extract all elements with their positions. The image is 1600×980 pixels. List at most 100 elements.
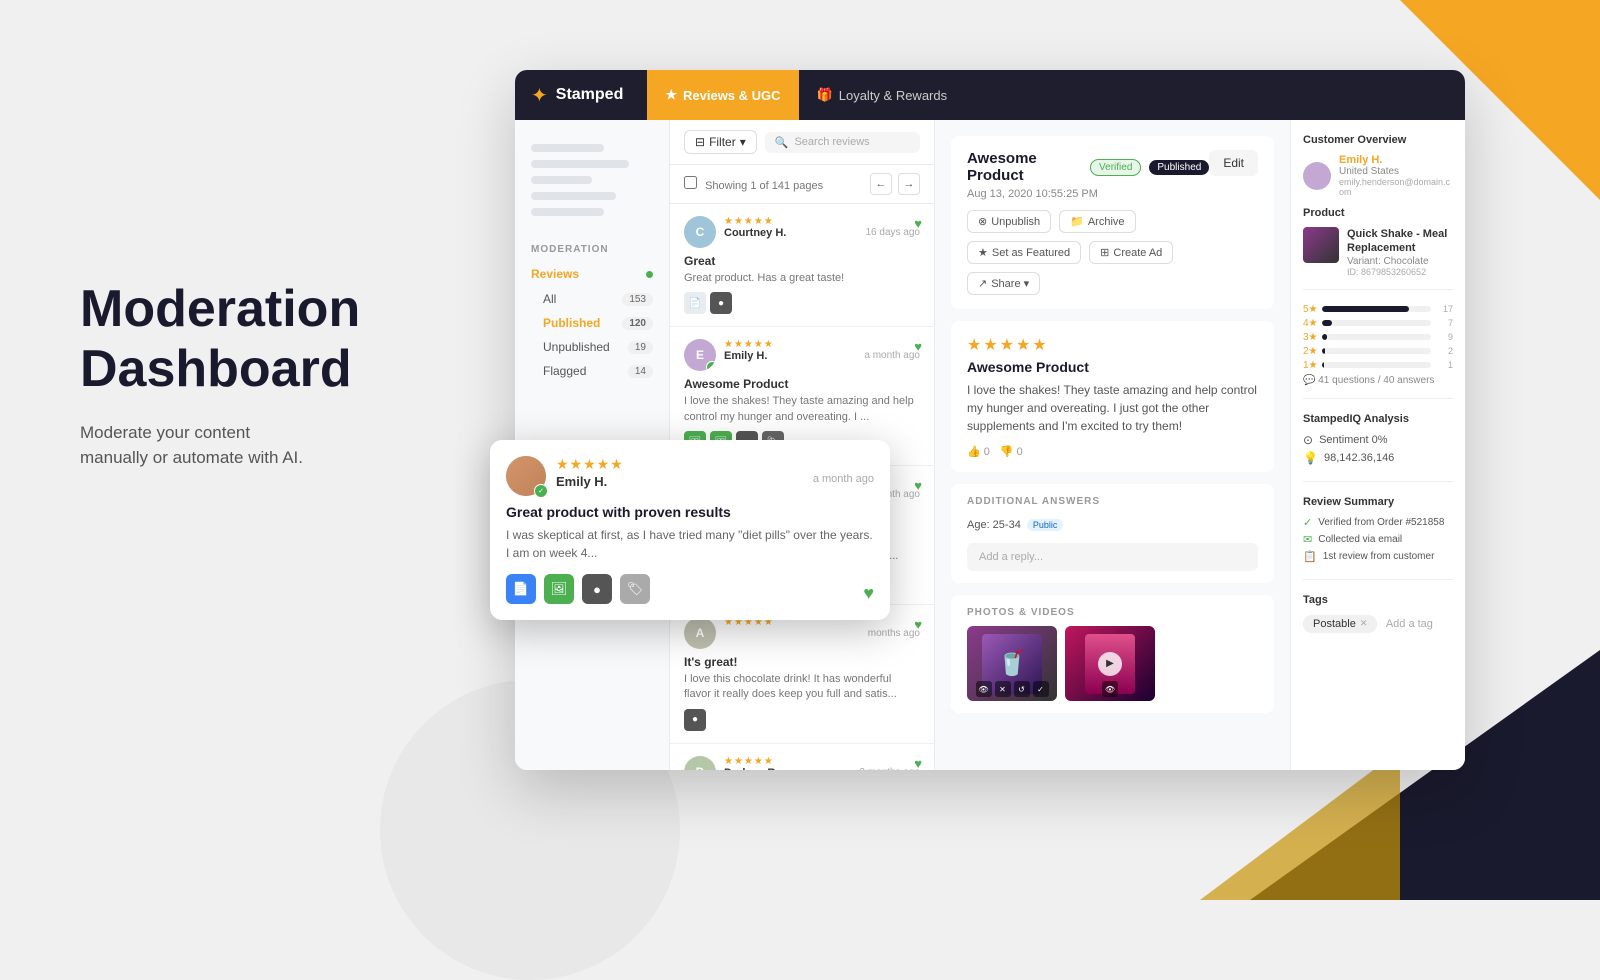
photo-check-icon[interactable]: ✓ [1033,681,1049,697]
photo-eye-icon[interactable]: 👁 [1102,681,1118,697]
review-circle-icon[interactable]: ● [684,709,706,731]
product-section: Product Quick Shake - Meal Replacement V… [1303,207,1453,290]
prev-page-button[interactable]: ← [870,173,892,195]
hero-title: Moderation Dashboard [80,280,360,400]
popup-tag-icon[interactable]: 🏷 [620,574,650,604]
published-badge: Published [1149,160,1209,175]
skeleton-line [531,208,604,216]
review-heart-icon[interactable]: ♥ [914,617,922,632]
tag-postable: Postable ✕ [1303,615,1377,633]
detail-title-row: Awesome Product Verified Published [967,150,1209,184]
rating-row-4: 4★ 7 [1303,318,1453,329]
sidebar-item-reviews[interactable]: Reviews [515,261,669,287]
review-heart-icon[interactable]: ♥ [914,216,922,231]
photo-grid: 🥤 👁 ✕ ↺ ✓ [967,626,1258,701]
select-all-checkbox-label: Showing 1 of 141 pages [684,176,823,192]
photo-item[interactable]: 🥤 👁 ✕ ↺ ✓ [967,626,1057,701]
filter-button[interactable]: ⊟ Filter ▾ [684,130,757,154]
rating-bar-bg [1322,348,1431,354]
reply-input[interactable]: Add a reply... [967,543,1258,571]
review-item[interactable]: D ★★★★★ Darlene R. 2 months ago Best fat… [670,744,934,770]
product-row: Quick Shake - Meal Replacement Variant: … [1303,227,1453,277]
rating-row-2: 2★ 2 [1303,346,1453,357]
skeleton-line [531,160,629,168]
rating-row-5: 5★ 17 [1303,304,1453,315]
moderation-label: MODERATION [515,232,669,261]
review-item[interactable]: C ★★★★★ Courtney H. 16 days ago Great Gr… [670,204,934,327]
photo-item[interactable]: ▶ 👁 [1065,626,1155,701]
customer-avatar [1303,162,1331,190]
create-ad-button[interactable]: ⊞ Create Ad [1089,241,1173,264]
sidebar-item-published[interactable]: Published 120 [543,311,669,335]
product-thumbnail [1303,227,1339,263]
popup-doc-icon[interactable]: 📄 [506,574,536,604]
popup-header: ✓ ★★★★★ Emily H. a month ago [506,456,874,496]
review-doc-icon[interactable]: 📄 [684,292,706,314]
iq-score-row: 💡 98,142.36,146 [1303,451,1453,465]
review-heart-icon[interactable]: ♥ [914,339,922,354]
add-tag-link[interactable]: Add a tag [1386,618,1433,630]
review-avatar: D [684,756,716,770]
review-body: I love this chocolate drink! It has wond… [684,672,920,703]
stamped-iq-title: StampedIQ Analysis [1303,413,1453,425]
set-featured-button[interactable]: ★ Set as Featured [967,241,1081,264]
play-button[interactable]: ▶ [1098,652,1122,676]
detail-actions: ⊗ Unpublish 📁 Archive ★ Set as Featured [967,210,1209,295]
unpublish-button[interactable]: ⊗ Unpublish [967,210,1051,233]
tags-section: Tags Postable ✕ Add a tag [1303,594,1453,637]
logo-area: ✦ Stamped [531,83,623,108]
popup-stars: ★★★★★ [556,456,874,473]
popup-avatar: ✓ [506,456,546,496]
popup-circle-icon[interactable]: ● [582,574,612,604]
sidebar-item-unpublished[interactable]: Unpublished 19 [543,335,669,359]
ad-icon: ⊞ [1100,246,1109,259]
review-icons: ● [684,709,920,731]
review-item[interactable]: A ★★★★★ months ago It's great! I love th… [670,605,934,744]
sentiment-icon: ⊙ [1303,433,1313,447]
photos-videos-label: Photos & Videos [967,607,1258,618]
share-button[interactable]: ↗ Share ▾ [967,272,1040,295]
age-answer: Age: 25-34 Public [967,519,1063,531]
photo-refresh-icon[interactable]: ↺ [1014,681,1030,697]
review-title: Awesome Product [684,377,920,391]
next-page-button[interactable]: → [898,173,920,195]
customer-name: Emily H. [1339,154,1453,166]
avatar-placeholder: C [684,216,716,248]
thumbs-down-icon[interactable]: 👎 0 [1000,445,1023,458]
thumbs-up-icon[interactable]: 👍 0 [967,445,990,458]
rating-bar-bg [1322,306,1431,312]
online-dot [646,271,653,278]
review-author: Darlene R. [724,767,778,770]
hero-subtitle: Moderate your contentmanually or automat… [80,420,360,471]
additional-answers-label: ADDITIONAL ANSWERS [967,496,1258,507]
tab-reviews-ugc[interactable]: ★ Reviews & UGC [647,70,798,120]
photo-close-icon[interactable]: ✕ [995,681,1011,697]
review-heart-icon[interactable]: ♥ [914,478,922,493]
product-variant: Variant: Chocolate [1347,256,1453,267]
archive-button[interactable]: 📁 Archive [1059,210,1135,233]
review-stars: ★★★★★ [724,756,920,767]
sidebar-item-flagged[interactable]: Flagged 14 [543,359,669,383]
logo-icon: ✦ [531,83,548,108]
review-author: Courtney H. [724,227,786,239]
select-all-checkbox[interactable] [684,176,697,189]
sidebar-skeleton [515,136,669,232]
review-body: Great product. Has a great taste! [684,271,920,286]
summary-row-email: ✉ Collected via email [1303,533,1453,546]
edit-button[interactable]: Edit [1209,150,1258,176]
photo-controls: 👁 ✕ ↺ ✓ [967,681,1057,697]
tab-loyalty-rewards[interactable]: 🎁 Loyalty & Rewards [799,70,966,120]
qa-info: 💬 41 questions / 40 answers [1303,375,1453,386]
sidebar-item-all[interactable]: All 153 [543,287,669,311]
review-meta: ★★★★★ Darlene R. 2 months ago [724,756,920,770]
review-heart-icon[interactable]: ♥ [914,756,922,770]
top-nav: ✦ Stamped ★ Reviews & UGC 🎁 Loyalty & Re… [515,70,1465,120]
photo-eye-icon[interactable]: 👁 [976,681,992,697]
review-circle-icon[interactable]: ● [710,292,732,314]
tag-close-button[interactable]: ✕ [1360,618,1368,629]
share-icon: ↗ [978,277,987,290]
popup-heart-icon[interactable]: ♥ [863,583,874,604]
popup-img-icon[interactable]: 🖼 [544,574,574,604]
star-icon: ★ [978,246,988,259]
review-time: 16 days ago [866,227,921,239]
